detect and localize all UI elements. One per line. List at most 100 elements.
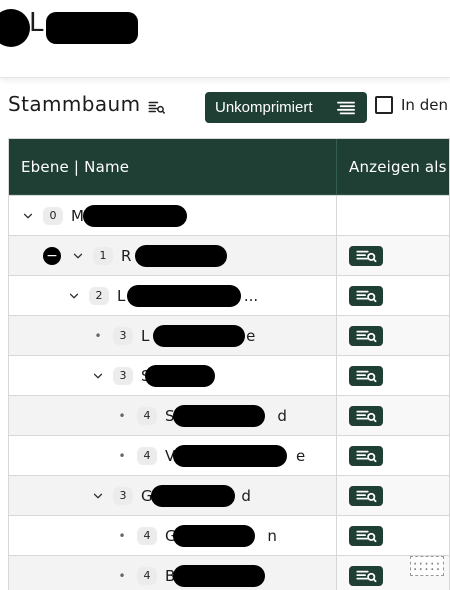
redacted-name [173,405,265,427]
minus-circle-icon[interactable]: − [43,246,61,265]
list-search-icon [356,410,377,422]
table-row[interactable]: − 1 R n [9,235,449,275]
table-row[interactable]: • 4 V e [9,435,449,475]
level-badge: 0 [43,206,63,225]
level-badge: 3 [113,326,133,345]
name-cell[interactable]: − 1 R n [9,236,337,275]
chevron-down-icon[interactable] [91,489,105,503]
view-cell [337,196,449,235]
list-search-icon [356,490,377,502]
redacted-name [151,485,235,507]
toolbar: Stammbaum Unkomprimiert In den [0,88,450,128]
table-row[interactable]: 3 S [9,355,449,395]
avatar[interactable] [0,9,30,47]
level-badge: 4 [137,446,157,465]
list-search-icon [148,101,165,114]
level-badge: 3 [113,366,133,385]
list-search-icon [356,290,377,302]
name-cell[interactable]: 2 L r, ... [9,276,337,315]
redacted-name [127,285,241,307]
in-den-toggle[interactable]: In den [375,96,448,114]
level-badge: 3 [113,486,133,505]
view-cell [337,236,449,275]
dot-icon: • [118,528,126,543]
page-title: Stammbaum [8,92,141,116]
name-prefix: L [141,326,150,345]
view-cell [337,476,449,515]
column-header-name: Ebene | Name [9,139,337,194]
column-header-view: Anzeigen als [349,157,447,176]
redacted-name [153,325,245,347]
view-cell [337,516,449,555]
name-cell[interactable]: 0 M r [9,196,337,235]
view-as-button[interactable] [349,365,383,386]
table-row[interactable]: • 4 B [9,555,449,590]
view-as-button[interactable] [349,485,383,506]
name-suffix: n [267,526,277,545]
redacted-name [135,245,227,267]
lines-icon [337,101,355,114]
list-search-icon [356,450,377,462]
view-cell [337,316,449,355]
chevron-down-icon[interactable] [67,289,81,303]
in-den-label: In den [401,96,448,114]
list-search-icon [356,570,377,582]
redacted-name [145,365,215,387]
view-as-button[interactable] [349,245,383,266]
view-as-button[interactable] [349,445,383,466]
view-as-button[interactable] [349,565,383,586]
name-cell[interactable]: • 4 V e [9,436,337,475]
name-cell[interactable]: 3 G d [9,476,337,515]
table-row[interactable]: 3 G d [9,475,449,515]
view-cell [337,276,449,315]
table-header: Ebene | Name Anzeigen als [9,139,449,195]
view-as-button[interactable] [349,285,383,306]
name-suffix: d [241,486,251,505]
dot-icon: • [118,568,126,583]
name-prefix: M [71,206,84,225]
name-suffix: e [246,326,256,345]
overflow-indicator-icon: ::::: [410,556,444,576]
chevron-down-icon[interactable] [71,249,85,263]
chevron-down-icon[interactable] [21,209,35,223]
view-as-button[interactable] [349,325,383,346]
dot-icon: • [118,408,126,423]
level-badge: 1 [93,246,113,265]
redacted-name [173,525,255,547]
name-cell[interactable]: 3 S [9,356,337,395]
view-as-button[interactable] [349,405,383,426]
redacted-app-name [46,12,138,44]
app-header: L [0,0,450,78]
view-as-button[interactable] [349,525,383,546]
level-badge: 4 [137,526,157,545]
compression-toggle-button[interactable]: Unkomprimiert [205,92,367,123]
redacted-name [173,445,287,467]
list-search-icon [356,370,377,382]
name-cell[interactable]: • 4 G n [9,516,337,555]
name-prefix: R [121,246,132,265]
chevron-down-icon[interactable] [91,369,105,383]
table-row[interactable]: • 4 S d [9,395,449,435]
name-cell[interactable]: • 4 B [9,556,337,590]
name-suffix: d [277,406,287,425]
table-row[interactable]: • 3 L e [9,315,449,355]
list-search-icon [356,330,377,342]
name-cell[interactable]: • 3 L e [9,316,337,355]
table-row[interactable]: 2 L r, ... [9,275,449,315]
table-body: 0 M r − 1 R n [9,195,449,590]
name-cell[interactable]: • 4 S d [9,396,337,435]
family-tree-table: Ebene | Name Anzeigen als 0 M r [8,138,450,590]
table-row[interactable]: • 4 G n [9,515,449,555]
dot-icon: • [94,328,102,343]
view-cell [337,436,449,475]
checkbox[interactable] [375,96,393,114]
name-suffix: e [296,446,306,465]
view-cell [337,356,449,395]
list-search-icon [356,530,377,542]
view-cell [337,396,449,435]
list-search-icon [356,250,377,262]
level-badge: 2 [89,286,109,305]
redacted-name [83,205,187,227]
level-badge: 4 [137,406,157,425]
table-row[interactable]: 0 M r [9,195,449,235]
